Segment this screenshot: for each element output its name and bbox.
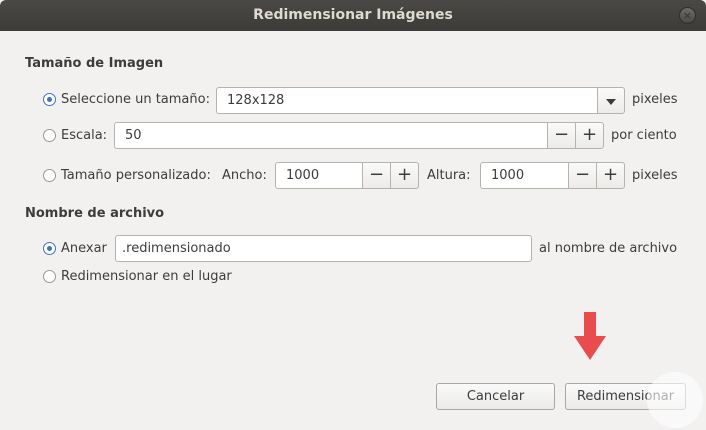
height-label: Altura: bbox=[427, 168, 471, 183]
window-title: Redimensionar Imágenes bbox=[253, 7, 453, 23]
cancel-button[interactable]: Cancelar bbox=[436, 383, 555, 410]
width-increment-button[interactable]: + bbox=[390, 162, 419, 189]
radio-scale[interactable] bbox=[43, 129, 56, 142]
resize-in-place-label: Redimensionar en el lugar bbox=[61, 269, 232, 284]
close-icon[interactable]: × bbox=[679, 7, 696, 24]
select-size-label: Seleccione un tamaño: bbox=[61, 92, 210, 107]
annotation-arrow-icon bbox=[574, 312, 606, 360]
width-label: Ancho: bbox=[222, 168, 267, 183]
radio-resize-in-place[interactable] bbox=[43, 270, 56, 283]
custom-size-label: Tamaño personalizado: bbox=[61, 168, 211, 183]
size-dropdown-button[interactable] bbox=[597, 87, 625, 114]
image-size-section-title: Tamaño de Imagen bbox=[25, 56, 164, 71]
title-bar: Redimensionar Imágenes × bbox=[0, 0, 706, 31]
scale-input[interactable]: 50 bbox=[114, 122, 548, 149]
radio-custom-size[interactable] bbox=[43, 169, 56, 182]
height-increment-button[interactable]: + bbox=[596, 162, 625, 189]
scale-increment-button[interactable]: + bbox=[575, 122, 604, 149]
watermark-logo-icon bbox=[647, 372, 703, 428]
scale-unit-label: por ciento bbox=[611, 128, 677, 143]
radio-append[interactable] bbox=[43, 242, 56, 255]
height-input[interactable]: 1000 bbox=[480, 162, 569, 189]
size-unit-label: pixeles bbox=[632, 92, 678, 107]
size-combo-field[interactable]: 128x128 bbox=[216, 87, 598, 114]
width-input[interactable]: 1000 bbox=[275, 162, 363, 189]
custom-unit-label: pixeles bbox=[632, 168, 678, 183]
radio-select-size[interactable] bbox=[43, 93, 56, 106]
height-decrement-button[interactable]: − bbox=[568, 162, 597, 189]
append-label: Anexar bbox=[61, 241, 107, 256]
file-name-section-title: Nombre de archivo bbox=[25, 206, 165, 221]
append-suffix-input[interactable]: .redimensionado bbox=[115, 235, 532, 262]
scale-label: Escala: bbox=[61, 128, 108, 143]
chevron-down-icon bbox=[606, 99, 616, 105]
append-suffix-label: al nombre de archivo bbox=[539, 241, 678, 256]
width-decrement-button[interactable]: − bbox=[362, 162, 391, 189]
scale-decrement-button[interactable]: − bbox=[547, 122, 576, 149]
